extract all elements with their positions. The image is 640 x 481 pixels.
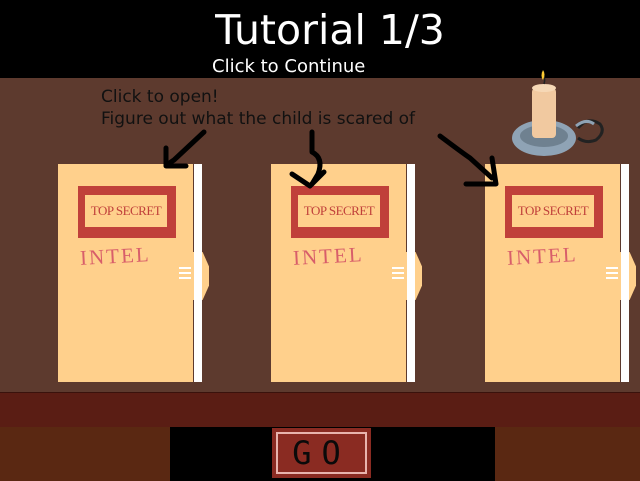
intel-folder-2[interactable]: TOP SECRET INTEL [271, 164, 422, 382]
folder-edge [194, 164, 202, 382]
game-screen[interactable]: Tutorial 1/3 Click to Continue Click to … [0, 0, 640, 481]
intel-label: INTEL [79, 242, 152, 270]
intel-label: INTEL [506, 242, 579, 270]
intel-label: INTEL [292, 242, 365, 270]
stamp-text: TOP SECRET [510, 193, 596, 229]
floor-right [495, 427, 640, 481]
hint-line-objective: Figure out what the child is scared of [101, 109, 416, 129]
top-secret-stamp: TOP SECRET [78, 186, 176, 238]
go-button-label: GO [276, 432, 367, 474]
go-button[interactable]: GO [272, 428, 371, 478]
folder-edge [407, 164, 415, 382]
tutorial-hint: Click to open! Figure out what the child… [101, 86, 415, 130]
stamp-text: TOP SECRET [296, 193, 382, 229]
shelf [0, 392, 640, 428]
stamp-text: TOP SECRET [83, 193, 169, 229]
top-secret-stamp: TOP SECRET [505, 186, 603, 238]
continue-prompt[interactable]: Click to Continue [212, 56, 365, 78]
top-secret-stamp: TOP SECRET [291, 186, 389, 238]
hint-line-open: Click to open! [101, 87, 219, 107]
folder-notches [388, 264, 404, 288]
tutorial-title: Tutorial 1/3 [215, 6, 445, 54]
folder-notches [602, 264, 618, 288]
tutorial-header: Tutorial 1/3 Click to Continue [0, 0, 640, 78]
intel-folder-1[interactable]: TOP SECRET INTEL [58, 164, 209, 382]
floor-left [0, 427, 170, 481]
candle-icon [512, 70, 604, 156]
intel-folder-3[interactable]: TOP SECRET INTEL [485, 164, 636, 382]
folder-notches [175, 264, 191, 288]
folder-edge [621, 164, 629, 382]
